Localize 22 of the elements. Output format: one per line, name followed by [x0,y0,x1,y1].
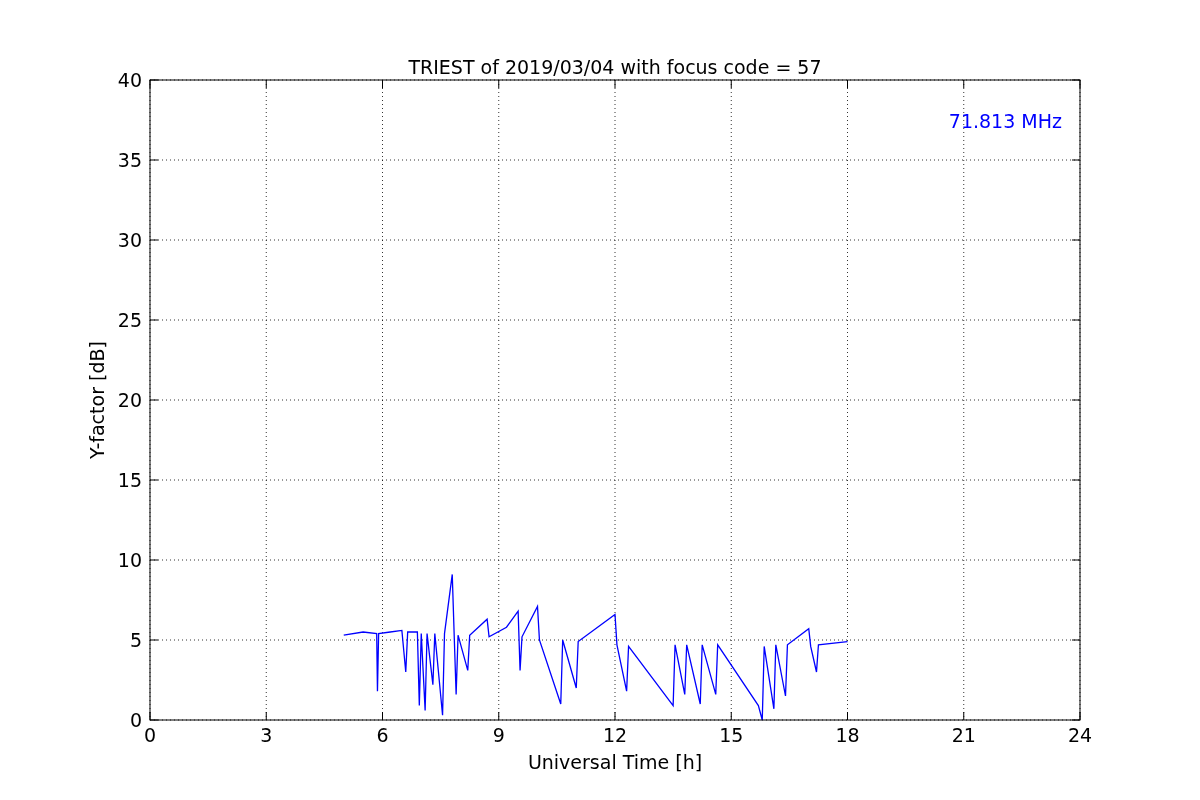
x-axis-label: Universal Time [h] [527,751,703,773]
x-tick-label: 24 [1067,724,1093,746]
x-tick-label: 6 [376,724,389,746]
x-tick-label: 21 [951,724,976,746]
x-tick-label: 12 [602,724,628,746]
y-tick-label: 30 [117,229,142,251]
x-tick-label: 15 [719,724,744,746]
chart-title: TRIEST of 2019/03/04 with focus code = 57 [408,56,822,78]
y-tick-label: 15 [117,469,142,491]
y-tick-label: 25 [117,309,142,331]
y-axis-label: Y-factor [dB] [86,341,108,459]
x-tick-label: 3 [260,724,273,746]
frequency-label: 71.813 MHz [948,110,1062,132]
y-tick-label: 40 [117,69,142,91]
x-tick-label: 0 [143,724,157,746]
y-tick-label: 20 [117,389,142,411]
x-tick-label: 18 [835,724,860,746]
x-tick-label: 9 [492,724,505,746]
y-tick-label: 0 [129,709,142,731]
y-tick-label: 5 [129,629,142,651]
y-tick-label: 10 [117,549,142,571]
y-tick-label: 35 [117,149,142,171]
